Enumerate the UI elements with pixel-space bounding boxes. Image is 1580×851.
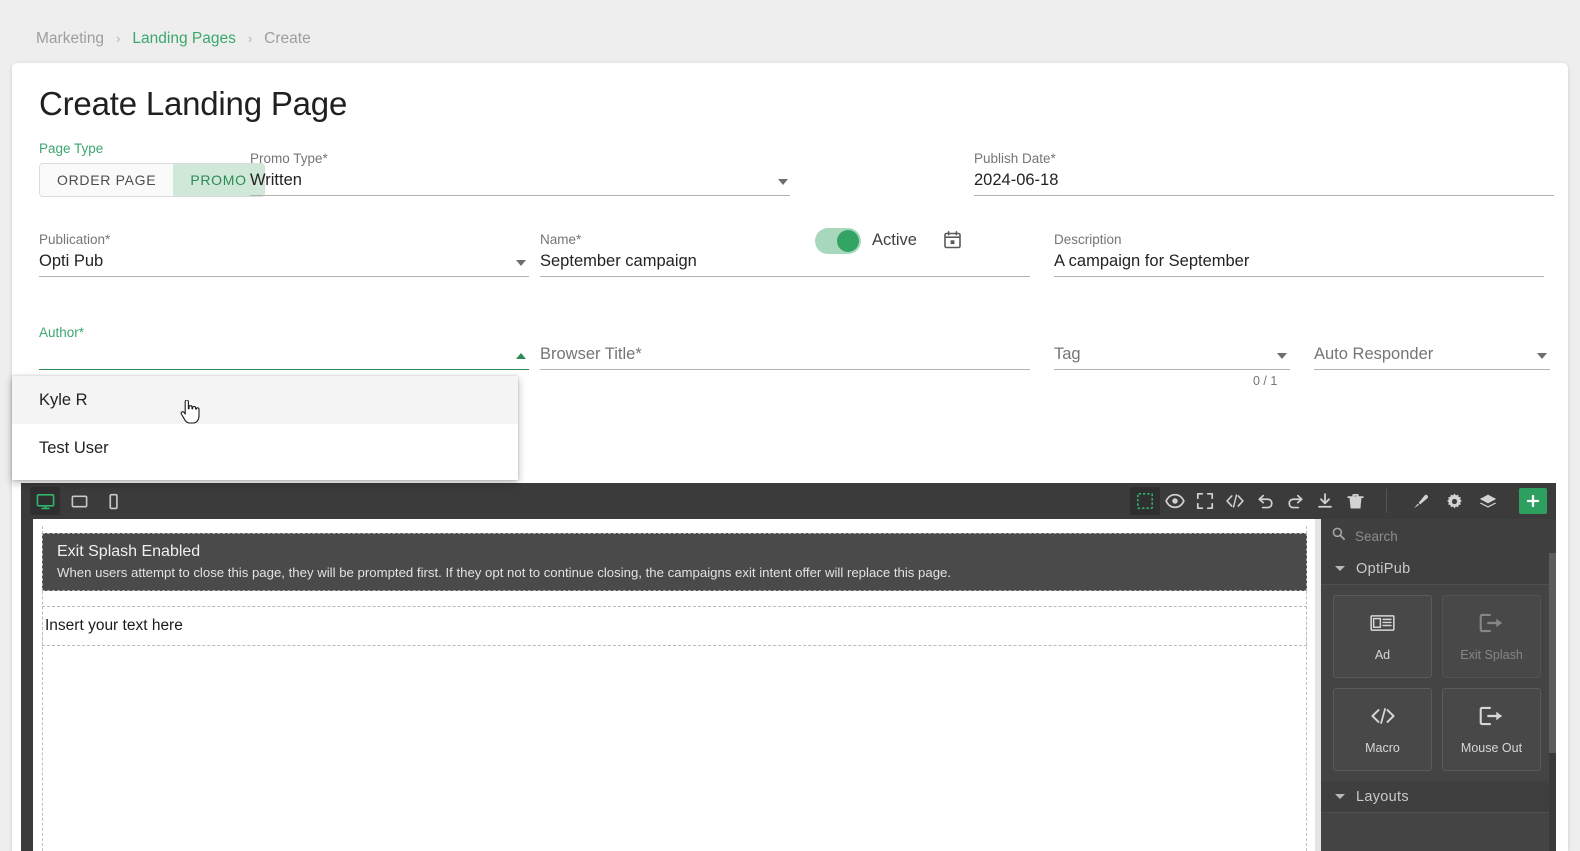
publication-value: Opti Pub bbox=[39, 252, 104, 270]
fullscreen-button[interactable] bbox=[1190, 487, 1220, 515]
blocks-panel-scrollbar-thumb[interactable] bbox=[1549, 553, 1556, 753]
block-macro[interactable]: Macro bbox=[1333, 688, 1432, 771]
name-value: September campaign bbox=[540, 252, 697, 270]
blocks-section-optipub[interactable]: OptiPub bbox=[1321, 553, 1556, 585]
block-mouse-out[interactable]: Mouse Out bbox=[1442, 688, 1541, 771]
description-value: A campaign for September bbox=[1054, 252, 1250, 270]
promo-type-label: Promo Type* bbox=[250, 151, 328, 166]
blocks-search-placeholder: Search bbox=[1355, 528, 1398, 544]
breadcrumb-item-marketing[interactable]: Marketing bbox=[36, 30, 104, 48]
editor-toolbar bbox=[21, 483, 1556, 519]
blocks-section-label: Layouts bbox=[1356, 788, 1409, 805]
text-block[interactable]: Insert your text here bbox=[42, 606, 1307, 646]
publish-date-label: Publish Date* bbox=[974, 151, 1056, 166]
paint-button[interactable] bbox=[1403, 487, 1437, 515]
ad-icon bbox=[1370, 612, 1395, 639]
author-label: Author* bbox=[39, 325, 85, 340]
mouse-out-icon bbox=[1479, 705, 1504, 732]
import-button[interactable] bbox=[1310, 487, 1340, 515]
blocks-search-field[interactable]: Search bbox=[1321, 519, 1556, 553]
block-exit-splash: Exit Splash bbox=[1442, 595, 1541, 678]
code-view-button[interactable] bbox=[1220, 487, 1250, 515]
chevron-down-icon bbox=[1335, 566, 1345, 571]
editor-canvas[interactable]: Exit Splash Enabled When users attempt t… bbox=[33, 519, 1321, 851]
chevron-up-icon bbox=[516, 353, 526, 359]
exit-splash-block[interactable]: Exit Splash Enabled When users attempt t… bbox=[42, 533, 1307, 591]
add-blocks-button[interactable] bbox=[1519, 488, 1547, 514]
macro-icon bbox=[1370, 705, 1396, 732]
page-title: Create Landing Page bbox=[39, 85, 348, 122]
block-label: Ad bbox=[1374, 647, 1391, 662]
description-label: Description bbox=[1054, 232, 1122, 247]
blocks-grid: Ad Exit Splash Macro Mouse Out bbox=[1321, 585, 1556, 781]
name-input[interactable]: September campaign bbox=[540, 248, 1030, 277]
device-desktop-button[interactable] bbox=[30, 487, 60, 515]
exit-splash-icon bbox=[1479, 612, 1504, 639]
page-builder-editor: Exit Splash Enabled When users attempt t… bbox=[21, 483, 1556, 851]
text-block-content: Insert your text here bbox=[45, 617, 183, 634]
breadcrumb-separator-icon: › bbox=[247, 30, 253, 46]
tag-counter: 0 / 1 bbox=[1253, 374, 1278, 388]
promo-type-select[interactable]: Written bbox=[250, 167, 790, 196]
calendar-icon[interactable] bbox=[944, 231, 961, 249]
chevron-down-icon bbox=[1537, 353, 1547, 359]
page-type-option-order-page[interactable]: ORDER PAGE bbox=[40, 164, 174, 196]
redo-button[interactable] bbox=[1280, 487, 1310, 515]
chevron-down-icon bbox=[516, 260, 526, 266]
device-mobile-button[interactable] bbox=[98, 487, 128, 515]
chevron-down-icon bbox=[778, 179, 788, 185]
undo-button[interactable] bbox=[1250, 487, 1280, 515]
device-tablet-button[interactable] bbox=[64, 487, 94, 515]
publish-date-input[interactable]: 2024-06-18 bbox=[974, 167, 1554, 196]
delete-button[interactable] bbox=[1340, 487, 1370, 515]
exit-splash-subtitle: When users attempt to close this page, t… bbox=[57, 565, 952, 580]
chevron-down-icon bbox=[1335, 794, 1345, 799]
editor-canvas-area: Exit Splash Enabled When users attempt t… bbox=[21, 519, 1321, 851]
description-input[interactable]: A campaign for September bbox=[1054, 248, 1544, 277]
settings-gear-button[interactable] bbox=[1437, 487, 1471, 515]
exit-splash-title: Exit Splash Enabled bbox=[57, 543, 201, 560]
author-dropdown-menu[interactable]: Kyle R Test User bbox=[12, 376, 518, 480]
publication-select[interactable]: Opti Pub bbox=[39, 248, 529, 277]
breadcrumb-item-create: Create bbox=[264, 30, 311, 47]
toggle-borders-button[interactable] bbox=[1130, 487, 1160, 515]
breadcrumb-item-landing-pages[interactable]: Landing Pages bbox=[132, 30, 235, 48]
author-select[interactable] bbox=[39, 341, 529, 370]
chevron-down-icon bbox=[1277, 353, 1287, 359]
block-label: Macro bbox=[1365, 740, 1400, 755]
search-icon bbox=[1332, 527, 1345, 545]
promo-type-value: Written bbox=[250, 171, 302, 189]
blocks-panel-scrollbar[interactable] bbox=[1549, 553, 1556, 851]
author-option-test-user[interactable]: Test User bbox=[12, 424, 518, 472]
author-option-kyle-r[interactable]: Kyle R bbox=[12, 376, 518, 424]
breadcrumb-separator-icon: › bbox=[116, 30, 121, 46]
toolbar-divider bbox=[1386, 489, 1387, 513]
page-type-segmented-control[interactable]: ORDER PAGE PROMO bbox=[39, 163, 265, 197]
block-label: Exit Splash bbox=[1460, 647, 1523, 662]
name-label: Name* bbox=[540, 232, 582, 247]
blocks-panel: Search OptiPub Ad Exit Splash Macro Mous… bbox=[1321, 519, 1556, 851]
page-type-label: Page Type bbox=[39, 141, 104, 156]
browser-title-input[interactable] bbox=[540, 341, 1030, 370]
blocks-section-label: OptiPub bbox=[1356, 560, 1411, 577]
block-ad[interactable]: Ad bbox=[1333, 595, 1432, 678]
publish-date-value: 2024-06-18 bbox=[974, 171, 1059, 189]
blocks-section-layouts[interactable]: Layouts bbox=[1321, 781, 1556, 813]
auto-responder-select[interactable] bbox=[1314, 341, 1550, 370]
tag-select[interactable] bbox=[1054, 341, 1290, 370]
block-label: Mouse Out bbox=[1460, 740, 1523, 755]
breadcrumb: Marketing › Landing Pages › Create bbox=[36, 28, 311, 50]
preview-button[interactable] bbox=[1160, 487, 1190, 515]
layers-button[interactable] bbox=[1471, 487, 1505, 515]
publication-label: Publication* bbox=[39, 232, 111, 247]
